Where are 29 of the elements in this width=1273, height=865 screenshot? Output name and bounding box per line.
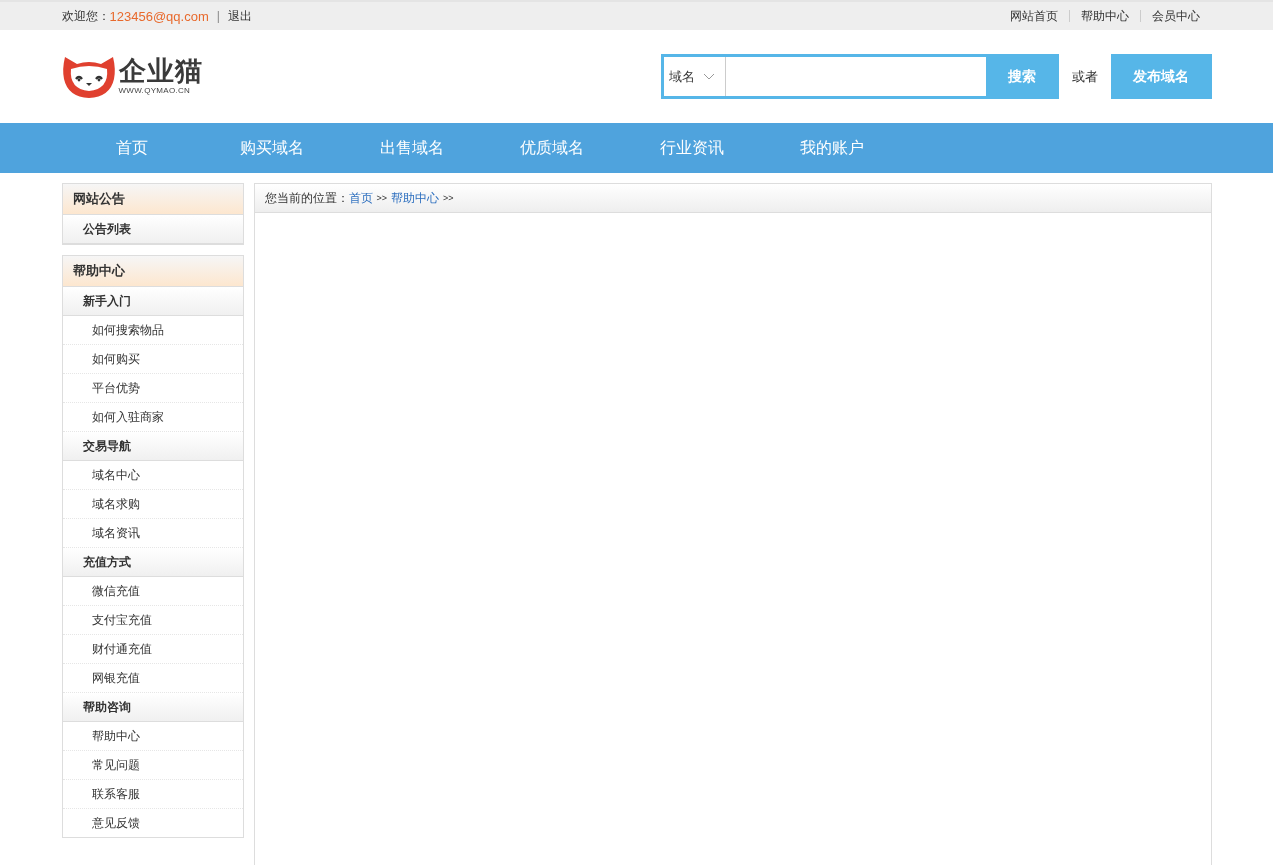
or-label: 或者 — [1071, 67, 1098, 86]
breadcrumb-separator: >> — [376, 193, 387, 203]
sidebar-item[interactable]: 常见问题 — [62, 751, 243, 780]
logo-name: 企业猫 — [118, 56, 203, 86]
sidebar-item[interactable]: 支付宝充值 — [62, 606, 243, 635]
sidebar-item[interactable]: 帮助中心 — [62, 722, 243, 751]
separator: | — [216, 9, 220, 23]
sidebar-item[interactable]: 如何搜索物品 — [62, 316, 243, 345]
sidebar-item[interactable]: 域名求购 — [62, 490, 243, 519]
logo-url: WWW.QYMAO.CN — [118, 86, 192, 95]
sidebar-item[interactable]: 域名中心 — [62, 461, 243, 490]
sidebar-heading: 帮助中心 — [62, 256, 243, 287]
breadcrumb-link[interactable]: 帮助中心 — [391, 189, 439, 207]
top-link[interactable]: 会员中心 — [1151, 7, 1200, 25]
top-link[interactable]: 帮助中心 — [1080, 7, 1129, 25]
sidebar-item[interactable]: 平台优势 — [62, 374, 243, 403]
breadcrumb-label: 您当前的位置： — [264, 189, 349, 207]
breadcrumb-link[interactable]: 首页 — [348, 189, 373, 207]
chevron-down-icon — [702, 73, 715, 80]
logout-link[interactable]: 退出 — [227, 7, 252, 25]
sidebar-item[interactable]: 如何购买 — [62, 345, 243, 374]
sidebar-item[interactable]: 财付通充值 — [62, 635, 243, 664]
sidebar-item[interactable]: 联系客服 — [62, 780, 243, 809]
sidebar-item[interactable]: 微信充值 — [62, 577, 243, 606]
sidebar-heading: 网站公告 — [62, 184, 243, 215]
sidebar-item[interactable]: 意见反馈 — [62, 809, 243, 837]
welcome-label: 欢迎您： — [61, 7, 110, 25]
top-link[interactable]: 网站首页 — [1009, 7, 1058, 25]
breadcrumb-separator: >> — [443, 193, 454, 203]
